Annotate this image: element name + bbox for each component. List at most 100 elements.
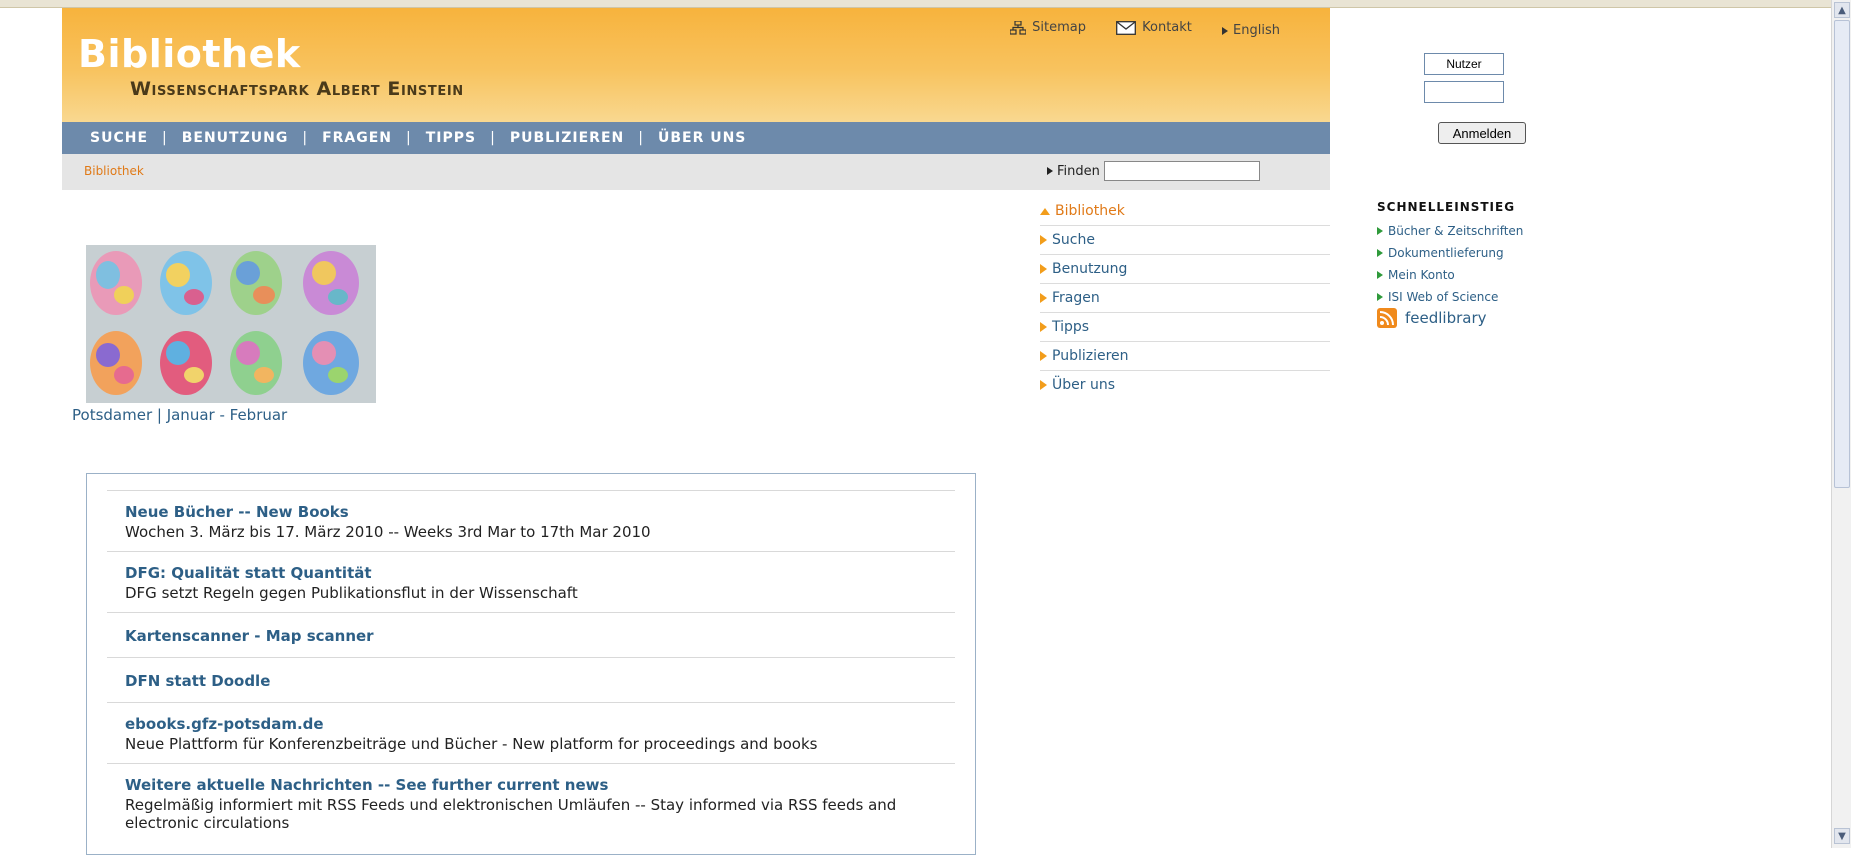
nav-label: FRAGEN [322,130,393,146]
arrow-right-icon [1040,380,1047,390]
nav-label: ÜBER UNS [657,130,747,146]
nav-label: PUBLIZIEREN [509,130,625,146]
site-header: Bibliothek Wissenschaftspark Albert Eins… [62,8,1330,122]
password-field[interactable] [1424,81,1504,103]
rss-icon [1377,308,1397,328]
scroll-down-icon[interactable]: ▼ [1834,828,1850,844]
nav-separator: | [638,130,644,146]
english-label: English [1233,23,1280,38]
nav-separator: | [302,130,309,146]
breadcrumb[interactable]: Bibliothek [84,164,144,178]
sitemap-label: Sitemap [1032,20,1086,35]
sitemap-icon [1010,20,1027,35]
subnav-item-ueber-uns[interactable]: Über uns [1040,371,1330,399]
quick-link-dokumentlieferung[interactable]: Dokumentlieferung [1377,242,1523,264]
news-title-link[interactable]: Neue Bücher -- New Books [125,503,937,521]
header-links: Sitemap Kontakt English [984,20,1280,39]
browser-top-bar [0,0,1851,8]
arrow-right-icon [1040,293,1047,303]
image-caption[interactable]: Potsdamer | Januar - Februar [72,406,287,424]
nav-item-ueber-uns[interactable]: ÜBER UNS [658,130,746,146]
nav-item-benutzung[interactable]: BENUTZUNG | [182,130,322,146]
nav-label: TIPPS [425,130,477,146]
subnav-label: Publizieren [1052,348,1129,364]
news-item: Neue Bücher -- New Books Wochen 3. März … [107,491,955,552]
login-button[interactable]: Anmelden [1438,122,1526,144]
news-item: Kartenscanner - Map scanner [107,613,955,658]
nav-item-publizieren[interactable]: PUBLIZIEREN | [510,130,658,146]
news-description: Neue Plattform für Konferenzbeiträge und… [125,735,818,753]
search-form: Finden [1047,161,1260,181]
arrow-right-icon [1377,249,1383,257]
einstein-artwork-image[interactable] [86,245,376,403]
kontakt-link[interactable]: Kontakt [1116,20,1192,35]
subnav-label: Bibliothek [1055,203,1125,219]
envelope-icon [1116,20,1137,35]
arrow-right-icon [1222,26,1229,35]
news-item: DFN statt Doodle [107,658,955,703]
arrow-right-icon [1040,235,1047,245]
subnav-item-fragen[interactable]: Fragen [1040,284,1330,313]
einstein-collage-graphic [86,245,376,403]
nav-item-fragen[interactable]: FRAGEN | [322,130,426,146]
nav-item-suche[interactable]: SUCHE | [90,130,182,146]
quick-link-label: Mein Konto [1388,268,1455,282]
sitemap-link[interactable]: Sitemap [1010,20,1086,35]
quick-link-buecher[interactable]: Bücher & Zeitschriften [1377,220,1523,242]
quick-link-mein-konto[interactable]: Mein Konto [1377,264,1523,286]
news-item: ebooks.gfz-potsdam.de Neue Plattform für… [107,703,955,764]
arrow-right-icon [1040,264,1047,274]
feedlibrary-label: feedlibrary [1405,309,1487,327]
nav-label: BENUTZUNG [181,130,289,146]
english-link[interactable]: English [1222,23,1280,38]
subnav-item-bibliothek[interactable]: Bibliothek [1040,197,1330,226]
vertical-scrollbar[interactable]: ▲ ▼ [1831,0,1851,848]
arrow-up-icon [1040,207,1050,215]
nav-separator: | [162,130,168,146]
arrow-right-icon [1040,322,1047,332]
news-title-link[interactable]: ebooks.gfz-potsdam.de [125,715,937,733]
subnav-label: Benutzung [1052,261,1128,277]
news-description: Regelmäßig informiert mit RSS Feeds und … [125,796,897,832]
news-title-link[interactable]: Kartenscanner - Map scanner [125,627,937,645]
news-list: Neue Bücher -- New Books Wochen 3. März … [107,490,955,842]
subnav-label: Tipps [1052,319,1090,335]
search-label: Finden [1057,163,1100,179]
arrow-right-icon [1377,293,1383,301]
news-item: Weitere aktuelle Nachrichten -- See furt… [107,764,955,842]
quick-access-panel: SCHNELLEINSTIEG Bücher & Zeitschriften D… [1377,200,1523,328]
nav-label: SUCHE [90,130,149,146]
breadcrumb-bar: Bibliothek Finden [62,154,1330,190]
site-title[interactable]: Bibliothek [78,32,301,76]
news-title-link[interactable]: DFG: Qualität statt Quantität [125,564,937,582]
subnav-item-publizieren[interactable]: Publizieren [1040,342,1330,371]
news-box: Neue Bücher -- New Books Wochen 3. März … [86,473,976,855]
news-title-link[interactable]: Weitere aktuelle Nachrichten -- See furt… [125,776,937,794]
subnav-label: Suche [1052,232,1095,248]
section-navigation: Bibliothek Suche Benutzung Fragen Tipps … [1040,197,1330,399]
quick-access-heading: SCHNELLEINSTIEG [1377,200,1516,214]
subnav-item-tipps[interactable]: Tipps [1040,313,1330,342]
subnav-label: Über uns [1052,377,1115,393]
arrow-right-icon [1377,271,1383,279]
username-field[interactable] [1424,53,1504,75]
quick-link-label: Bücher & Zeitschriften [1388,224,1524,238]
nav-separator: | [406,130,412,146]
kontakt-label: Kontakt [1142,20,1192,35]
scroll-up-icon[interactable]: ▲ [1834,2,1850,18]
quick-link-label: ISI Web of Science [1388,290,1499,304]
quick-link-label: Dokumentlieferung [1388,246,1504,260]
news-title-link[interactable]: DFN statt Doodle [125,672,937,690]
quick-link-isi[interactable]: ISI Web of Science [1377,286,1523,308]
nav-item-tipps[interactable]: TIPPS | [426,130,510,146]
arrow-right-icon [1040,351,1047,361]
main-navigation: SUCHE | BENUTZUNG | FRAGEN | TIPPS | PUBLIZI… [62,122,1330,154]
subnav-label: Fragen [1052,290,1100,306]
search-input[interactable] [1103,161,1260,181]
arrow-right-icon [1047,167,1053,175]
subnav-item-benutzung[interactable]: Benutzung [1040,255,1330,284]
news-description: Wochen 3. März bis 17. März 2010 -- Week… [125,523,651,541]
feedlibrary-link[interactable]: feedlibrary [1377,308,1523,328]
subnav-item-suche[interactable]: Suche [1040,226,1330,255]
scrollbar-thumb[interactable] [1834,20,1850,488]
